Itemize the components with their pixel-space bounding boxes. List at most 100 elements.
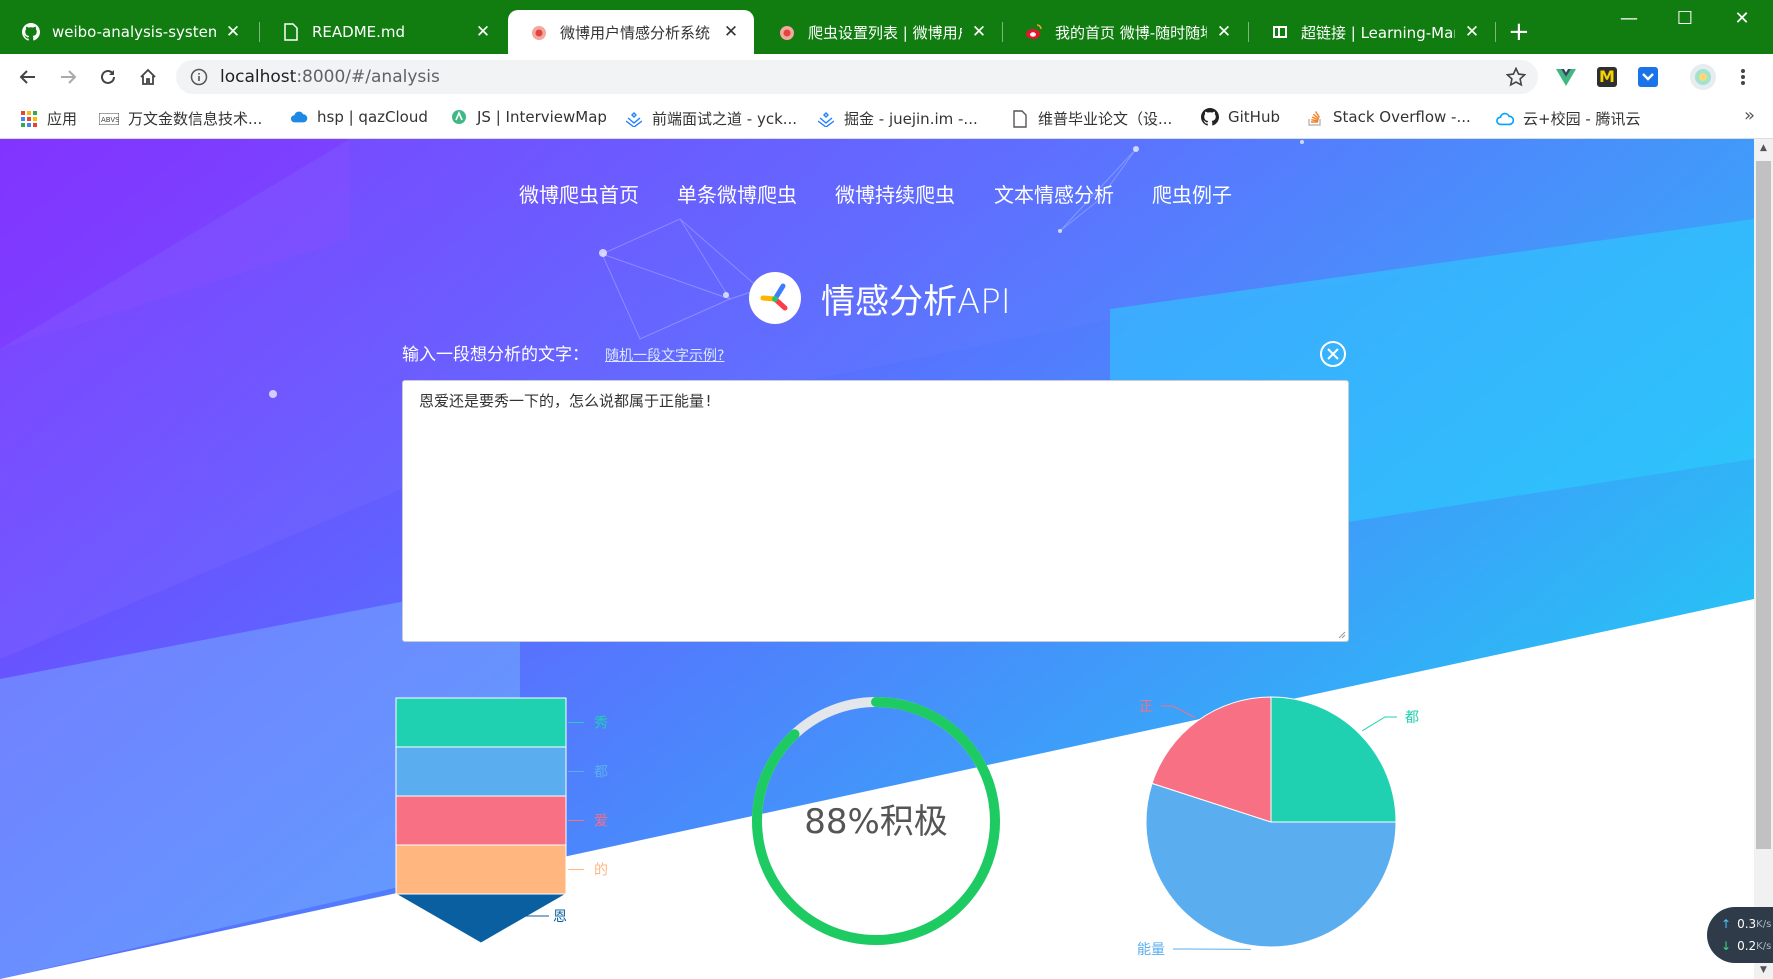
- github-icon: [1201, 108, 1219, 126]
- window-maximize-button[interactable]: ☐: [1670, 8, 1700, 29]
- juejin-icon: [625, 110, 643, 128]
- back-button[interactable]: [14, 63, 42, 91]
- tab-strip: weibo-analysis-system/ ✕ README.md ✕ 微博用…: [0, 0, 1773, 54]
- vue-devtools-extension-icon[interactable]: [1556, 67, 1576, 87]
- pocket-extension-icon[interactable]: [1638, 67, 1658, 87]
- apps-grid-icon: [20, 110, 38, 128]
- tab-close-icon[interactable]: ✕: [1463, 22, 1481, 42]
- pie-label: 都: [1405, 710, 1419, 726]
- speed-unit: K/s: [1756, 918, 1772, 930]
- tab-readme[interactable]: README.md ✕: [260, 10, 506, 54]
- scroll-down-arrow-icon[interactable]: ▼: [1754, 961, 1773, 979]
- juejin-icon: [817, 110, 835, 128]
- tab-title: 微博用户情感分析系统: [560, 23, 711, 42]
- bookmarks-overflow-button[interactable]: »: [1744, 105, 1755, 126]
- gauge-chart: 88%积极: [752, 697, 1000, 945]
- site-info-icon[interactable]: [190, 68, 208, 86]
- reload-button[interactable]: [94, 63, 122, 91]
- bookmark-label: 应用: [47, 110, 78, 128]
- weibo-spider-icon: [778, 23, 796, 41]
- bookmark-label: 维普毕业论文（设...: [1038, 110, 1173, 128]
- file-icon: [1011, 109, 1029, 128]
- browser-toolbar: localhost:8000/#/analysis M: [0, 54, 1773, 99]
- tab-close-icon[interactable]: ✕: [1215, 22, 1233, 42]
- tab-close-icon[interactable]: ✕: [474, 22, 492, 42]
- pie-label-line: [1161, 705, 1196, 719]
- markdown-extension-icon[interactable]: M: [1597, 67, 1617, 87]
- charts-layer: 秀都爱的恩 88%积极 都能量正: [394, 696, 1419, 958]
- upload-arrow-icon: ↑: [1721, 917, 1732, 931]
- file-icon: [282, 23, 300, 41]
- pie-label-line: [1361, 716, 1397, 732]
- interviewmap-icon: [450, 108, 468, 126]
- weibo-icon: [1025, 23, 1043, 41]
- tab-weibo-home[interactable]: 我的首页 微博-随时随地 ✕: [1003, 10, 1247, 54]
- bookmark-wanwen[interactable]: ABVS 万文金数信息技术...: [99, 108, 262, 129]
- stackoverflow-icon: [1306, 108, 1324, 126]
- book-icon: [1271, 23, 1289, 41]
- cloud-icon: [290, 108, 308, 126]
- bookmark-interviewmap[interactable]: JS | InterviewMap: [450, 108, 607, 126]
- tab-close-icon[interactable]: ✕: [224, 22, 242, 42]
- home-button[interactable]: [134, 63, 162, 91]
- bookmark-label: GitHub: [1228, 108, 1280, 126]
- page-viewport: 微博爬虫首页 单条微博爬虫 微博持续爬虫 文本情感分析 爬虫例子 情感分析API…: [0, 139, 1754, 979]
- bookmark-label: 万文金数信息技术...: [128, 110, 263, 128]
- bookmark-apps[interactable]: 应用: [20, 108, 77, 129]
- bookmark-label: 云+校园 - 腾讯云: [1523, 110, 1641, 128]
- scrollbar-thumb[interactable]: [1756, 161, 1771, 849]
- tab-learning-markdown[interactable]: 超链接 | Learning-Mark ✕: [1249, 10, 1495, 54]
- tab-sentiment-analysis-active[interactable]: 微博用户情感分析系统 ✕: [508, 10, 754, 54]
- tab-weibo-analysis-system[interactable]: weibo-analysis-system/ ✕: [0, 10, 256, 54]
- bookmark-label: 掘金 - juejin.im -...: [844, 110, 978, 128]
- scroll-up-arrow-icon[interactable]: ▲: [1754, 139, 1773, 157]
- funnel-segment: [395, 844, 567, 895]
- window-minimize-button[interactable]: —: [1614, 8, 1644, 29]
- bookmark-yck-interview[interactable]: 前端面试之道 - yck...: [625, 108, 797, 129]
- bookmark-label: JS | InterviewMap: [477, 108, 607, 126]
- bookmark-label: 前端面试之道 - yck...: [652, 110, 798, 128]
- window-close-button[interactable]: ✕: [1727, 8, 1757, 29]
- bookmark-github[interactable]: GitHub: [1201, 108, 1280, 126]
- network-speed-widget: ↑ 0.3 K/s ↓ 0.2 K/s: [1707, 907, 1773, 963]
- bookmark-juejin[interactable]: 掘金 - juejin.im -...: [817, 108, 978, 129]
- tab-close-icon[interactable]: ✕: [722, 22, 740, 42]
- pie-label: 能量: [1137, 942, 1165, 958]
- funnel-chart: 秀都爱的恩: [394, 697, 608, 944]
- back-arrow-icon: [19, 70, 35, 84]
- svg-text:ABVS: ABVS: [101, 116, 119, 124]
- tab-title: README.md: [312, 23, 406, 41]
- bookmark-hsp-qazcloud[interactable]: hsp | qazCloud: [290, 108, 428, 126]
- funnel-label: 秀: [594, 716, 608, 732]
- funnel-label: 爱: [594, 814, 608, 830]
- download-speed: 0.2: [1737, 939, 1757, 953]
- pie-chart: 都能量 正: [1137, 696, 1419, 958]
- funnel-segment: [395, 697, 567, 748]
- tab-spider-settings[interactable]: 爬虫设置列表 | 微博用户 ✕: [756, 10, 1002, 54]
- tencent-cloud-icon: [1496, 110, 1514, 128]
- bookmarks-bar: 应用 ABVS 万文金数信息技术... hsp | qazCloud JS | …: [0, 99, 1773, 139]
- funnel-segment: [395, 795, 567, 846]
- gauge-label: 88%积极: [804, 802, 948, 842]
- tab-title: 爬虫设置列表 | 微博用户: [808, 23, 962, 42]
- funnel-label: 都: [594, 765, 608, 781]
- tab-title: weibo-analysis-system/: [52, 23, 216, 41]
- new-tab-button[interactable]: +: [1508, 18, 1530, 46]
- download-arrow-icon: ↓: [1721, 939, 1732, 953]
- pie-slice: [1270, 696, 1397, 823]
- browser-menu-icon[interactable]: [1736, 67, 1750, 87]
- url-path: :8000/#/analysis: [296, 67, 440, 87]
- bookmark-star-icon[interactable]: [1506, 67, 1526, 87]
- profile-avatar[interactable]: [1690, 64, 1716, 90]
- bookmark-weipu[interactable]: 维普毕业论文（设...: [1011, 108, 1172, 129]
- pie-label: 正: [1139, 699, 1153, 715]
- funnel-label: 恩: [553, 909, 567, 925]
- bookmark-stackoverflow[interactable]: Stack Overflow -...: [1306, 108, 1471, 126]
- address-bar[interactable]: localhost:8000/#/analysis: [176, 60, 1538, 94]
- forward-button[interactable]: [54, 63, 82, 91]
- funnel-label: 的: [594, 863, 608, 879]
- page-scrollbar[interactable]: ▲ ▼: [1754, 139, 1773, 979]
- tab-close-icon[interactable]: ✕: [970, 22, 988, 42]
- tab-title: 超链接 | Learning-Mark: [1301, 23, 1455, 42]
- bookmark-tencent-cloud[interactable]: 云+校园 - 腾讯云: [1496, 108, 1641, 129]
